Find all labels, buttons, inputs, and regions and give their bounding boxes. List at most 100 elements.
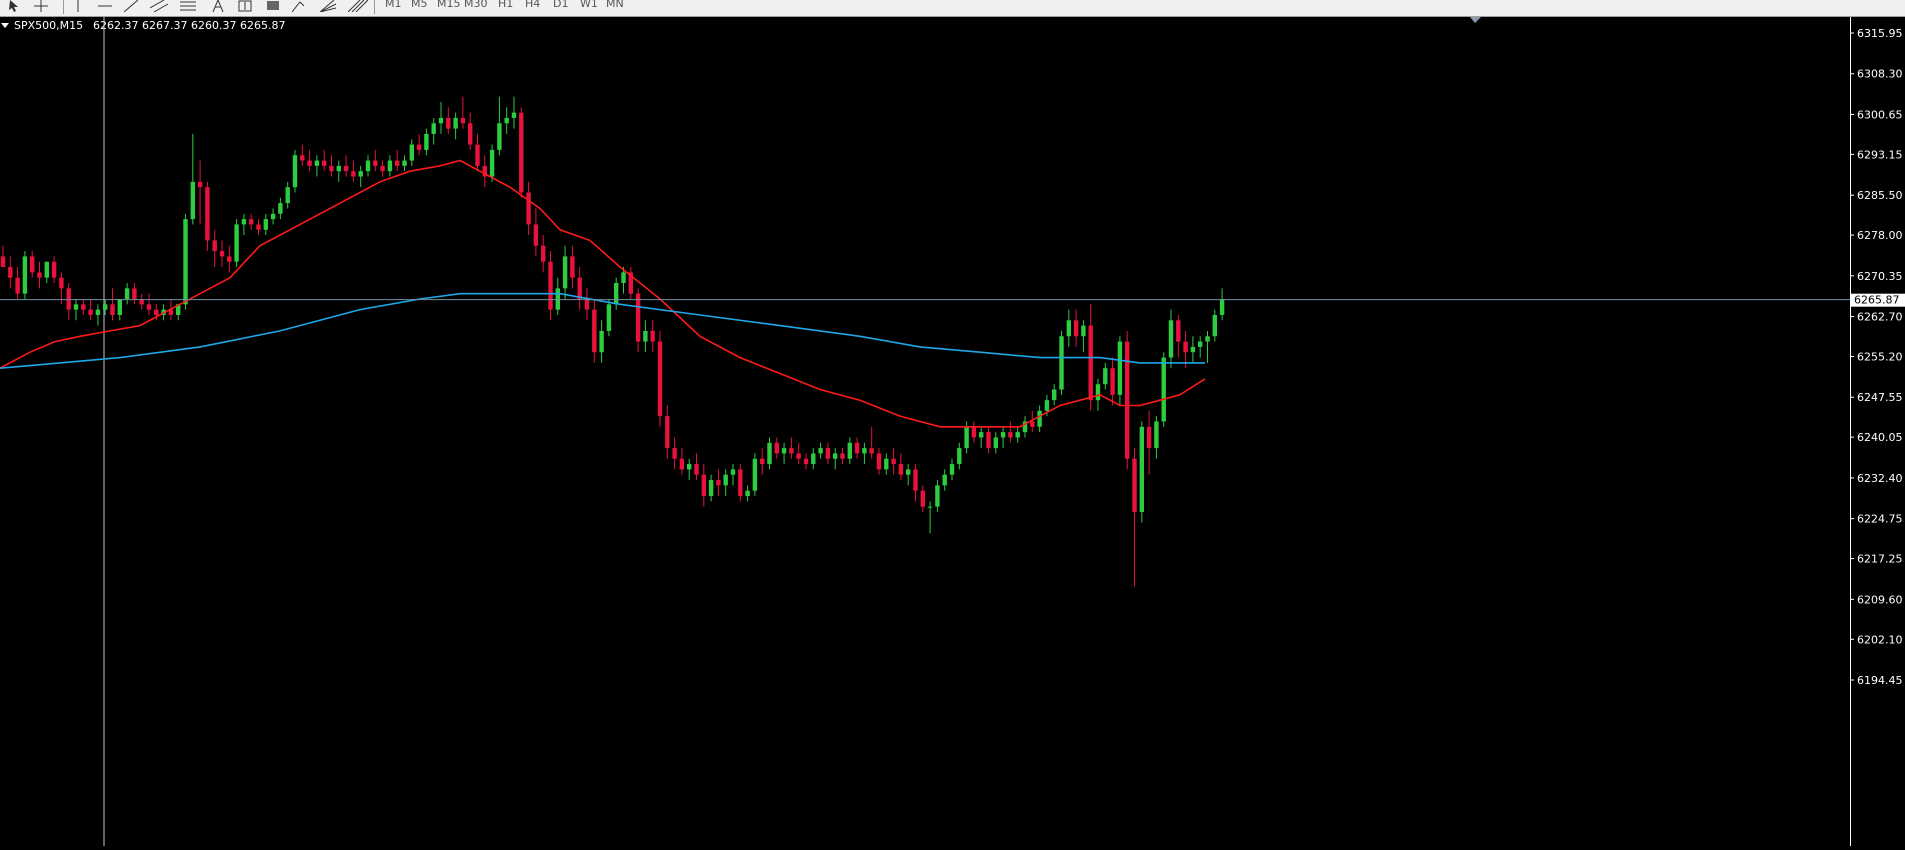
candle-body-bear	[219, 251, 225, 257]
timeframe-w1[interactable]: W1	[580, 0, 598, 10]
price-ticks-group: 6315.95 6308.30 6300.65 6293.15 6285.50 6278.…	[1850, 27, 1903, 687]
cursor-icon[interactable]	[8, 0, 20, 14]
text-icon[interactable]	[212, 0, 224, 14]
candle	[1146, 410, 1152, 475]
rectangle-icon[interactable]	[266, 0, 280, 14]
candle-body-bear	[665, 416, 670, 449]
candle	[424, 128, 429, 156]
candle-body-bull	[424, 133, 429, 150]
candle	[37, 261, 42, 289]
candle-body-bull	[234, 224, 239, 262]
candle	[862, 442, 867, 465]
candle-body-bull	[745, 490, 750, 497]
candle	[891, 448, 896, 475]
timeframe-m30[interactable]: M30	[464, 0, 488, 10]
candle-body-bear	[1088, 325, 1093, 401]
price-tick-label: 6232.40	[1857, 472, 1903, 485]
trendline-icon[interactable]	[123, 0, 139, 14]
candle-body-bear	[986, 432, 991, 449]
candle	[270, 208, 276, 225]
timeframe-h1[interactable]: H1	[498, 0, 513, 10]
candle	[1125, 330, 1130, 470]
price-axis[interactable]: 6315.95 6308.30 6300.65 6293.15 6285.50 6278.…	[1850, 17, 1905, 850]
equidistant-channel-icon[interactable]	[149, 0, 170, 14]
fibonacci-retracement-icon[interactable]	[180, 0, 200, 14]
candle	[460, 96, 466, 129]
timeframe-d1[interactable]: D1	[553, 0, 568, 10]
timeframe-m5[interactable]: M5	[411, 0, 428, 10]
candle	[124, 283, 130, 305]
candle	[854, 437, 860, 459]
candle-body-bull	[1044, 400, 1050, 411]
time-axis	[0, 846, 1850, 850]
arrow-icon[interactable]	[291, 0, 312, 14]
candle-body-bull	[1117, 341, 1123, 395]
text-label-icon[interactable]	[238, 0, 252, 14]
candle	[876, 448, 882, 475]
price-tick-label: 6285.50	[1857, 189, 1903, 202]
candle	[416, 133, 422, 156]
candle-body-bear	[322, 160, 327, 166]
candle-body-bear	[475, 144, 480, 166]
candle	[343, 155, 349, 177]
horizontal-line-icon[interactable]	[98, 0, 112, 14]
candle-body-bear	[300, 155, 305, 161]
vertical-line-icon[interactable]	[74, 0, 82, 14]
candle-body-bear	[0, 256, 6, 268]
candle-body-bear	[803, 458, 809, 465]
current-price-tag: 6265.87	[1851, 293, 1905, 307]
candle-body-bear	[132, 288, 137, 299]
timeframe-m15[interactable]: M15	[437, 0, 461, 10]
candle-body-bear	[526, 192, 531, 225]
timeframe-m1[interactable]: M1	[385, 0, 402, 10]
candle	[1198, 336, 1203, 358]
candlestick-chart[interactable]: SPX500,M15 6262.37 6267.37 6260.37 6265.…	[0, 17, 1850, 846]
candle-body-bear	[891, 458, 896, 465]
candle-body-bear	[468, 123, 473, 145]
candle	[562, 245, 568, 299]
candle-body-bear	[825, 448, 831, 459]
dropdown-arrow-icon[interactable]	[1, 23, 9, 28]
candle-body-bull	[1000, 432, 1006, 438]
candle	[1103, 362, 1108, 390]
candle-body-bull	[964, 426, 969, 449]
candle-body-bear	[30, 256, 35, 273]
candle-body-bull	[723, 474, 728, 486]
candle	[847, 437, 852, 465]
chart-shift-marker-icon[interactable]	[1470, 17, 1481, 23]
candle	[796, 442, 801, 465]
candle	[570, 245, 575, 289]
candle	[409, 139, 414, 166]
crosshair-icon[interactable]	[34, 0, 48, 14]
candle	[351, 160, 356, 182]
candle-body-bear	[854, 442, 860, 454]
gann-fan-icon[interactable]	[319, 0, 340, 14]
candle	[482, 155, 487, 188]
candle	[278, 197, 283, 220]
candle-body-bull	[606, 304, 612, 331]
timeframe-h4[interactable]: H4	[525, 0, 540, 10]
candle	[1066, 309, 1071, 347]
candle-body-bear	[650, 330, 655, 342]
candle	[767, 437, 772, 470]
candle	[1008, 421, 1013, 443]
candle	[650, 320, 655, 353]
candle-body-bear	[66, 288, 71, 310]
candle	[606, 298, 612, 337]
timeframe-mn[interactable]: MN	[606, 0, 624, 10]
candle	[979, 426, 984, 449]
candle-body-bull	[124, 288, 130, 299]
candle-body-bull	[555, 288, 560, 310]
candle-body-bear	[373, 160, 378, 166]
candle	[22, 251, 28, 299]
candle	[716, 469, 721, 497]
candle	[8, 256, 13, 289]
candle-body-bull	[409, 144, 414, 161]
andrews-pitchfork-icon[interactable]	[347, 0, 369, 14]
candle	[249, 213, 254, 230]
candle-body-bull	[511, 112, 517, 118]
price-tick-label: 6217.25	[1857, 553, 1903, 566]
candle-body-bear	[920, 490, 925, 507]
candle	[438, 101, 444, 134]
toolbar-separator	[63, 0, 64, 14]
